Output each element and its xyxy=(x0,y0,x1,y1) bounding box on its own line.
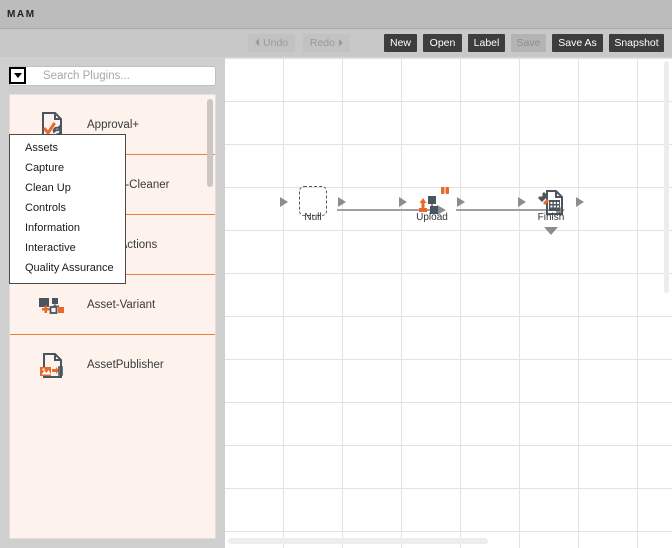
application-window: MAM ⏴ Undo Redo ⏵ New Open Label Save Sa… xyxy=(0,0,672,548)
category-dropdown-menu: Assets Capture Clean Up Controls Informa… xyxy=(9,134,126,284)
document-image-publish-icon xyxy=(37,350,67,380)
plugin-item-assetpublisher[interactable]: AssetPublisher xyxy=(10,335,215,395)
app-title: MAM xyxy=(7,9,36,20)
dropdown-item-controls[interactable]: Controls xyxy=(10,198,125,218)
plugin-list-scrollbar[interactable] xyxy=(207,99,213,187)
node-finish[interactable]: Finish xyxy=(518,186,584,236)
node-label: Finish xyxy=(537,212,565,223)
category-dropdown-toggle[interactable] xyxy=(9,67,26,84)
dropdown-item-clean-up[interactable]: Clean Up xyxy=(10,178,125,198)
snapshot-button[interactable]: Snapshot xyxy=(609,34,664,52)
shapes-variant-icon xyxy=(37,290,67,320)
node-output-port[interactable] xyxy=(576,197,584,207)
title-bar: MAM xyxy=(0,0,672,29)
plugin-item-label: Approval+ xyxy=(87,118,140,131)
dropdown-item-interactive[interactable]: Interactive xyxy=(10,238,125,258)
redo-button[interactable]: Redo ⏵ xyxy=(303,34,350,52)
dropdown-item-information[interactable]: Information xyxy=(10,218,125,238)
undo-button[interactable]: ⏴ Undo xyxy=(248,34,295,52)
node-upload[interactable]: Upload xyxy=(399,186,465,236)
dropdown-item-quality-assurance[interactable]: Quality Assurance xyxy=(10,258,125,278)
new-button[interactable]: New xyxy=(384,34,417,52)
workflow-canvas[interactable]: Null Upload Finish xyxy=(225,57,672,548)
node-output-port[interactable] xyxy=(457,197,465,207)
node-input-port[interactable] xyxy=(280,197,288,207)
canvas-grid xyxy=(225,58,672,548)
node-input-port[interactable] xyxy=(399,197,407,207)
dropdown-item-assets[interactable]: Assets xyxy=(10,138,125,158)
node-null[interactable]: Null xyxy=(280,186,346,236)
plugin-item-label: AssetPublisher xyxy=(87,359,164,371)
dropdown-item-capture[interactable]: Capture xyxy=(10,158,125,178)
plugin-item-asset-variant[interactable]: Asset-Variant xyxy=(10,275,215,335)
canvas-horizontal-scrollbar[interactable] xyxy=(228,538,488,544)
open-button[interactable]: Open xyxy=(423,34,462,52)
chevron-down-icon xyxy=(13,73,22,78)
label-button[interactable]: Label xyxy=(468,34,505,52)
search-row xyxy=(9,66,216,86)
node-input-port[interactable] xyxy=(518,197,526,207)
node-expand-caret-icon[interactable] xyxy=(544,227,558,235)
node-label: Null xyxy=(304,212,322,223)
plugin-sidebar: Approval+ xyxy=(0,57,225,548)
save-button: Save xyxy=(511,34,546,52)
search-input[interactable] xyxy=(9,66,216,86)
canvas-vertical-scrollbar[interactable] xyxy=(664,61,669,293)
plugin-item-label: Asset-Variant xyxy=(87,298,156,311)
toolbar: ⏴ Undo Redo ⏵ New Open Label Save Save A… xyxy=(0,29,672,57)
node-output-port[interactable] xyxy=(338,197,346,207)
save-as-button[interactable]: Save As xyxy=(552,34,603,52)
node-label: Upload xyxy=(416,212,448,223)
